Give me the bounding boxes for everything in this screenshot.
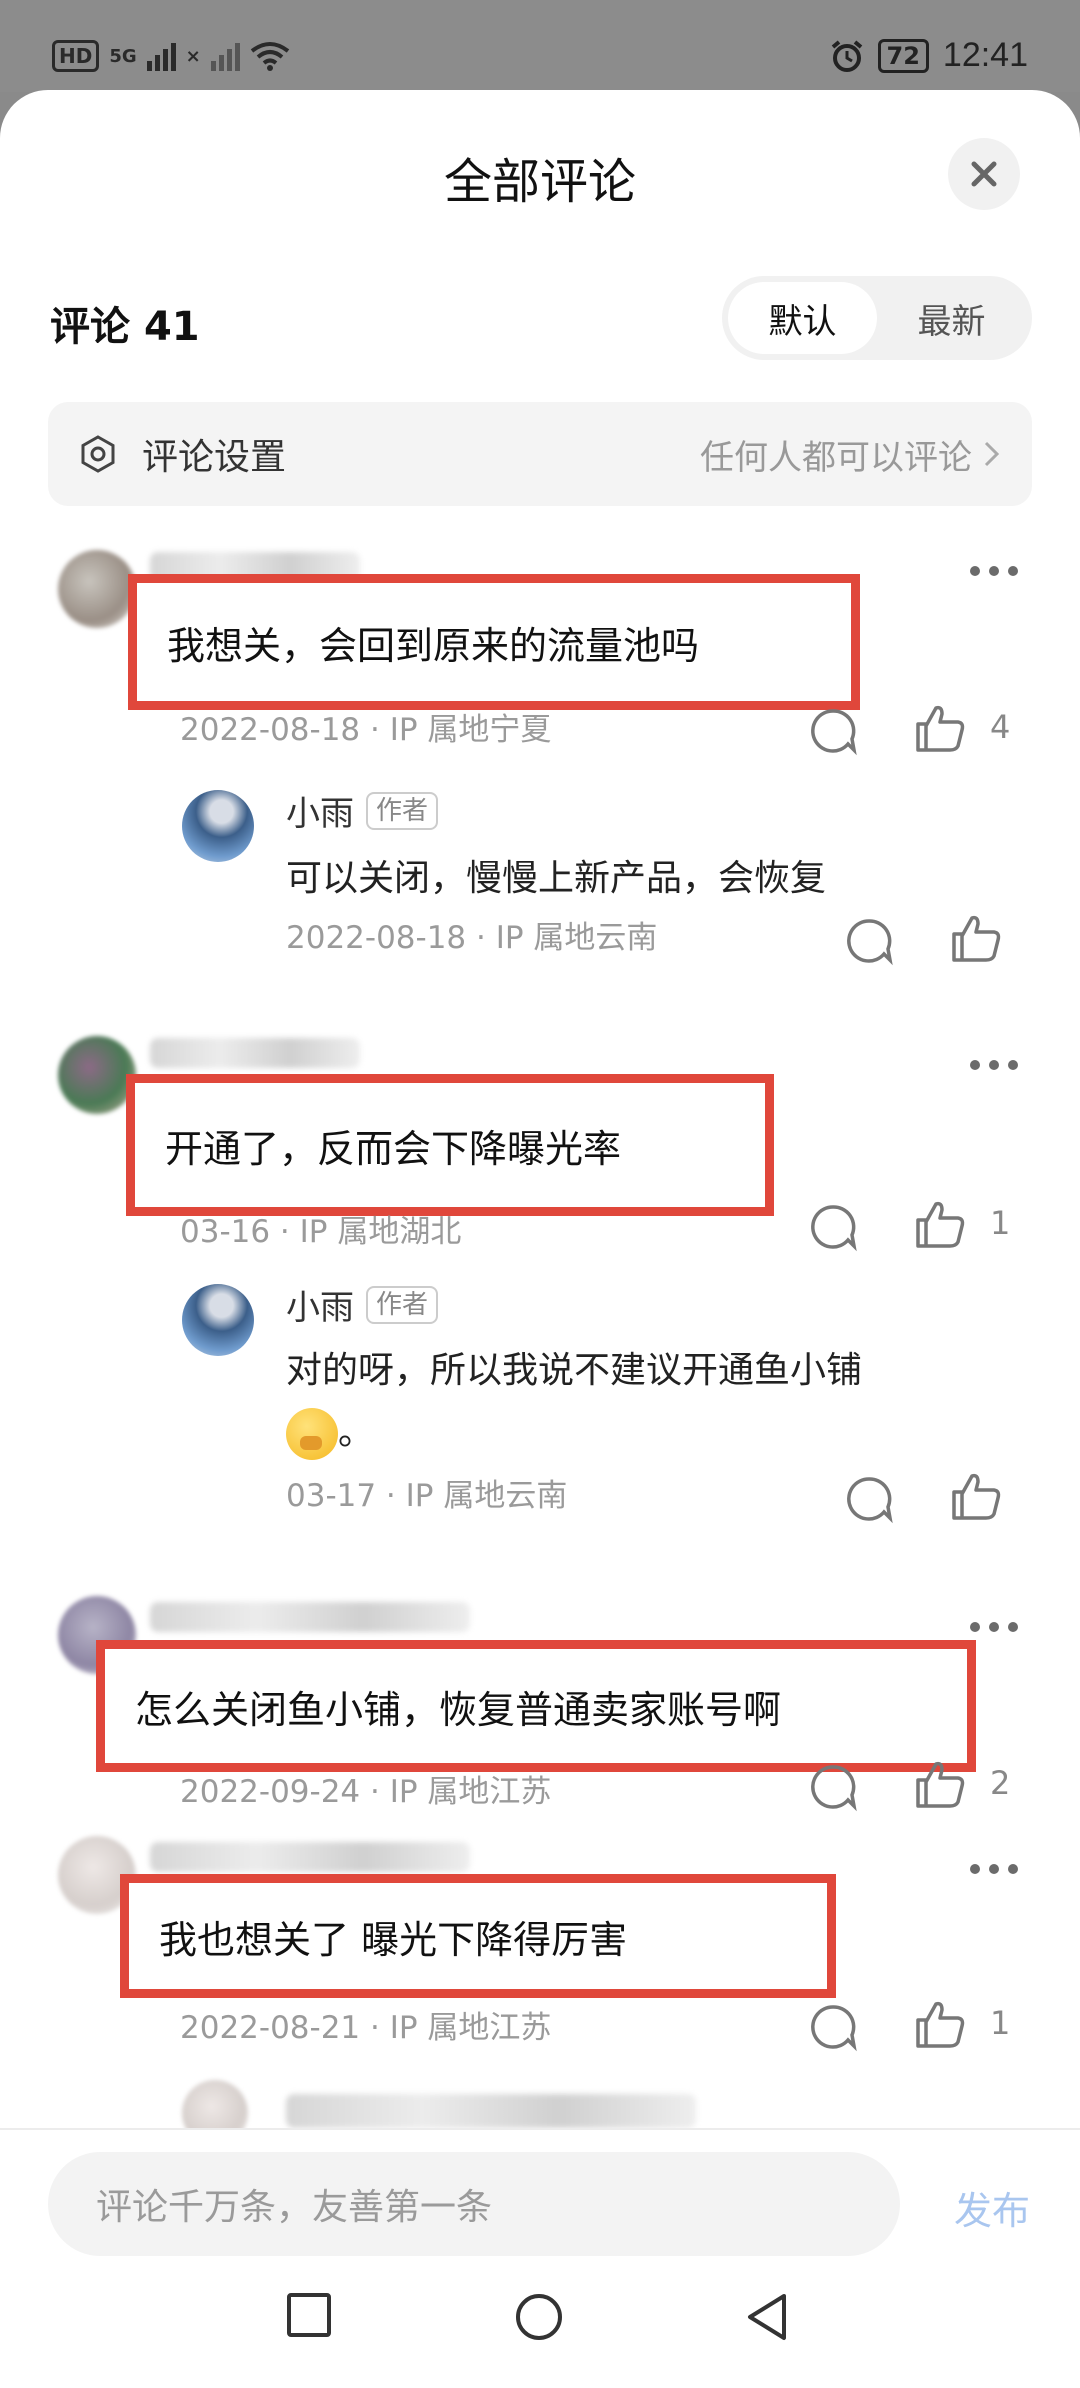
network-type-label: 5G <box>109 45 137 67</box>
signal-icon <box>146 41 176 71</box>
reply-author-name: 小雨 <box>286 794 354 834</box>
battery-icon: 72 <box>877 38 929 73</box>
sort-toggle[interactable]: 默认 最新 <box>722 276 1032 360</box>
author-avatar[interactable] <box>182 790 254 862</box>
reply-icon[interactable] <box>808 1762 858 1812</box>
status-bar-right: 72 12:41 <box>830 36 1028 75</box>
sheet-title: 全部评论 <box>443 154 636 210</box>
reply-author[interactable]: 小雨 作者 <box>286 1280 439 1329</box>
comment-text-content: 我想关，会回到原来的流量池吗 <box>167 623 700 668</box>
like-count: 1 <box>990 1204 1011 1242</box>
publish-button[interactable]: 发布 <box>954 2180 1030 2235</box>
comment-count: 41 <box>143 304 200 350</box>
comment-input[interactable]: 评论千万条，友善第一条 <box>48 2152 900 2256</box>
comment-text-content: 怎么关闭鱼小铺，恢复普通卖家账号啊 <box>135 1687 782 1732</box>
reply-meta: 2022-08-18 · IP 属地云南 <box>286 920 658 956</box>
comments-sheet: 全部评论 评论 41 默认 最新 评论设置 任何人都可以评论 我想关，会回到原来… <box>0 90 1080 2388</box>
comment-input-placeholder: 评论千万条，友善第一条 <box>96 2187 493 2228</box>
sort-default-tab[interactable]: 默认 <box>728 282 877 354</box>
avatar[interactable] <box>58 550 136 628</box>
reply-meta: 03-17 · IP 属地云南 <box>286 1478 568 1514</box>
close-icon <box>971 161 997 187</box>
more-options-icon[interactable] <box>970 1060 1018 1070</box>
like-icon[interactable] <box>912 700 968 756</box>
reply-author[interactable]: 小雨 作者 <box>286 786 439 835</box>
like-count: 2 <box>990 1764 1011 1802</box>
reply-icon[interactable] <box>844 1474 894 1524</box>
avatar[interactable] <box>58 1036 136 1114</box>
comment-input-bar: 评论千万条，友善第一条 发布 <box>0 2128 1080 2268</box>
comment-meta: 2022-09-24 · IP 属地江苏 <box>180 1774 552 1810</box>
back-icon[interactable] <box>744 2292 790 2342</box>
settings-icon <box>81 435 115 473</box>
status-bar-left: HD 5G × <box>52 40 290 72</box>
clock: 12:41 <box>942 36 1028 74</box>
close-button[interactable] <box>948 138 1020 210</box>
comment-text-content: 我也想关了 曝光下降得厉害 <box>159 1917 628 1962</box>
wifi-icon <box>250 42 289 71</box>
comment-text-content: 开通了，反而会下降曝光率 <box>165 1126 622 1171</box>
reply-text-tail: 。 <box>338 1412 375 1453</box>
comment-meta: 03-16 · IP 属地湖北 <box>180 1214 462 1250</box>
comment-text: 我也想关了 曝光下降得厉害 <box>120 1874 836 1998</box>
like-icon[interactable] <box>948 1468 1004 1524</box>
reply-icon[interactable] <box>844 916 894 966</box>
comment-permission-text: 任何人都可以评论 <box>700 437 972 478</box>
reply-text-content: 对的呀，所以我说不建议开通鱼小铺 <box>286 1350 863 1391</box>
like-icon[interactable] <box>912 1756 968 1812</box>
username-blurred[interactable] <box>150 1038 360 1068</box>
comment-meta: 2022-08-18 · IP 属地宁夏 <box>180 712 552 748</box>
like-count: 1 <box>990 2004 1011 2042</box>
comment-text: 开通了，反而会下降曝光率 <box>126 1074 774 1216</box>
author-tag: 作者 <box>366 1285 439 1324</box>
sort-latest-tab[interactable]: 最新 <box>877 282 1026 354</box>
like-icon[interactable] <box>912 1996 968 2052</box>
more-options-icon[interactable] <box>970 1864 1018 1874</box>
more-options-icon[interactable] <box>970 566 1018 576</box>
alarm-icon <box>831 39 862 72</box>
more-options-icon[interactable] <box>970 1622 1018 1632</box>
author-avatar[interactable] <box>182 1284 254 1356</box>
hd-badge: HD <box>52 40 100 72</box>
home-icon[interactable] <box>514 2292 564 2342</box>
comment-settings-label: 评论设置 <box>142 437 287 478</box>
reply-icon[interactable] <box>808 706 858 756</box>
reply-icon[interactable] <box>808 1202 858 1252</box>
username-blurred[interactable] <box>286 2094 696 2128</box>
reply-icon[interactable] <box>808 2002 858 2052</box>
like-icon[interactable] <box>912 1196 968 1252</box>
comment-count-header: 评论 41 <box>50 294 200 352</box>
reply-text: 对的呀，所以我说不建议开通鱼小铺 。 <box>286 1340 1006 1464</box>
comment-settings-row[interactable]: 评论设置 任何人都可以评论 <box>48 402 1032 506</box>
comment-settings-value: 任何人都可以评论 <box>700 430 1002 479</box>
username-blurred[interactable] <box>150 1602 470 1632</box>
comment-count-label: 评论 <box>50 304 130 350</box>
covering-mouth-emoji-icon <box>286 1408 338 1460</box>
chevron-right-icon <box>984 441 1000 467</box>
username-blurred[interactable] <box>150 1842 470 1872</box>
comment-text: 怎么关闭鱼小铺，恢复普通卖家账号啊 <box>96 1640 976 1772</box>
recent-apps-icon[interactable] <box>286 2292 332 2338</box>
author-tag: 作者 <box>366 791 439 830</box>
no-signal-label: × <box>185 45 201 67</box>
signal-icon-2 <box>210 41 240 71</box>
like-icon[interactable] <box>948 910 1004 966</box>
comment-meta: 2022-08-21 · IP 属地江苏 <box>180 2010 552 2046</box>
status-bar: HD 5G × 72 12:41 <box>0 0 1080 92</box>
comment-text: 我想关，会回到原来的流量池吗 <box>128 574 860 710</box>
like-count: 4 <box>990 708 1011 746</box>
system-nav-bar <box>0 2268 1080 2388</box>
reply-text: 可以关闭，慢慢上新产品，会恢复 <box>286 858 827 899</box>
reply-author-name: 小雨 <box>286 1288 354 1328</box>
